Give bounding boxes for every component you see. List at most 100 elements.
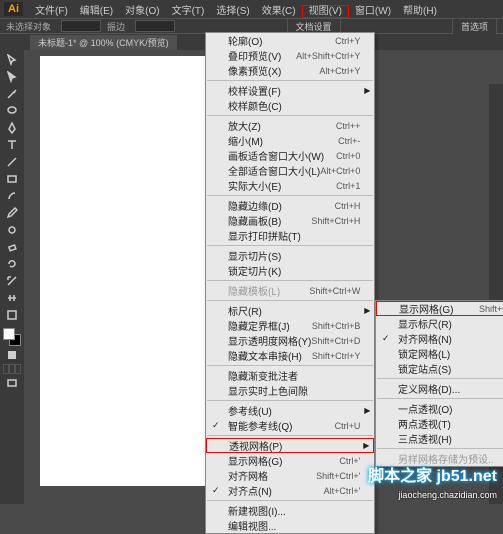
menu-item[interactable]: 锁定网格(L) <box>376 346 503 361</box>
selection-tool[interactable] <box>3 52 21 68</box>
menu-item[interactable]: 显示标尺(R) <box>376 316 503 331</box>
menu-item[interactable]: 像素预览(X)Alt+Ctrl+Y <box>206 63 374 78</box>
type-tool[interactable] <box>3 137 21 153</box>
menu-item[interactable]: 校样设置(F) ▶ <box>206 83 374 98</box>
menu-item[interactable]: 显示网格(G) Shift+Ctrl+I <box>376 301 503 316</box>
menu-item[interactable]: 对齐网格(N) <box>376 331 503 346</box>
shortcut: Shift+Ctrl+Y <box>312 351 361 361</box>
direct-select-tool[interactable] <box>3 69 21 85</box>
menu-item[interactable]: 对齐点(N)Alt+Ctrl+' <box>206 483 374 498</box>
brush-tool[interactable] <box>3 188 21 204</box>
shortcut: Ctrl+' <box>339 456 360 466</box>
separator <box>207 300 373 301</box>
view-menu: 轮廓(O)Ctrl+Y叠印预览(V)Alt+Shift+Ctrl+Y像素预览(X… <box>205 32 375 534</box>
shortcut: Shift+Ctrl+B <box>312 321 361 331</box>
menu-item-label: 隐藏模板(L) <box>228 283 280 298</box>
menu-item[interactable]: 轮廓(O)Ctrl+Y <box>206 33 374 48</box>
menu-item-label: 对齐网格 <box>228 468 268 483</box>
menu-item[interactable]: 智能参考线(Q)Ctrl+U <box>206 418 374 433</box>
menu-item[interactable]: 新建视图(I)... <box>206 503 374 518</box>
menu-item[interactable]: 编辑视图... <box>206 518 374 533</box>
rotate-tool[interactable] <box>3 256 21 272</box>
preferences-button[interactable]: 首选项 <box>452 18 497 35</box>
menu-效果[interactable]: 效果(C) <box>256 6 302 17</box>
shortcut: Ctrl++ <box>336 121 361 131</box>
menu-item[interactable]: 隐藏渐变批注者 <box>206 368 374 383</box>
screen-mode[interactable] <box>3 375 21 391</box>
menu-item[interactable]: 两点透视(T) <box>376 416 503 431</box>
menu-item-label: 显示打印拼贴(T) <box>228 228 301 243</box>
menu-item[interactable]: 显示透明度网格(Y)Shift+Ctrl+D <box>206 333 374 348</box>
menu-item-label: 实际大小(E) <box>228 178 281 193</box>
menu-item: 另样网格存储为预设.. <box>376 451 503 466</box>
menu-选择[interactable]: 选择(S) <box>210 6 255 17</box>
eraser-tool[interactable] <box>3 239 21 255</box>
free-transform-tool[interactable] <box>3 307 21 323</box>
color-mode-icon[interactable] <box>3 347 21 363</box>
submenu-arrow-icon: ▶ <box>364 406 370 415</box>
scale-tool[interactable] <box>3 273 21 289</box>
separator <box>377 398 503 399</box>
menu-item-label: 隐藏画板(B) <box>228 213 281 228</box>
submenu-arrow-icon: ▶ <box>364 86 370 95</box>
menu-item[interactable]: 显示实时上色间隙 <box>206 383 374 398</box>
menu-item-label: 隐藏定界框(J) <box>228 318 290 333</box>
menu-编辑[interactable]: 编辑(E) <box>74 6 119 17</box>
menu-item[interactable]: 画板适合窗口大小(W)Ctrl+0 <box>206 148 374 163</box>
menu-item[interactable]: 三点透视(H) <box>376 431 503 446</box>
submenu-arrow-icon: ▶ <box>364 306 370 315</box>
document-tab[interactable]: 未标题-1* @ 100% (CMYK/预览) <box>30 35 177 50</box>
stroke-input[interactable] <box>61 20 101 32</box>
menu-文件[interactable]: 文件(F) <box>29 6 74 17</box>
rectangle-tool[interactable] <box>3 171 21 187</box>
menu-item[interactable]: 隐藏定界框(J) Shift+Ctrl+B <box>206 318 374 333</box>
menu-帮助[interactable]: 帮助(H) <box>397 6 443 17</box>
menu-item[interactable]: 显示切片(S) <box>206 248 374 263</box>
width-tool[interactable] <box>3 290 21 306</box>
menu-文字[interactable]: 文字(T) <box>166 6 211 17</box>
menu-item[interactable]: 显示网格(G)Ctrl+' <box>206 453 374 468</box>
menu-item[interactable]: 锁定站点(S) <box>376 361 503 376</box>
menu-item[interactable]: 锁定切片(K) <box>206 263 374 278</box>
line-tool[interactable] <box>3 154 21 170</box>
menu-视图[interactable]: 视图(V) <box>302 5 349 18</box>
menu-item[interactable]: 实际大小(E)Ctrl+1 <box>206 178 374 193</box>
pencil-tool[interactable] <box>3 205 21 221</box>
menu-item[interactable]: 隐藏画板(B)Shift+Ctrl+H <box>206 213 374 228</box>
menu-item[interactable]: 参考线(U)▶ <box>206 403 374 418</box>
menu-item[interactable]: 透视网格(P)▶ <box>206 438 374 453</box>
menu-item-label: 锁定站点(S) <box>398 361 451 376</box>
menu-item[interactable]: 一点透视(O) <box>376 401 503 416</box>
shortcut: Shift+Ctrl+I <box>479 304 503 314</box>
menu-item[interactable]: 叠印预览(V)Alt+Shift+Ctrl+Y <box>206 48 374 63</box>
blob-tool[interactable] <box>3 222 21 238</box>
separator <box>207 500 373 501</box>
menu-item-label: 校样设置(F) <box>228 83 281 98</box>
stroke-weight[interactable] <box>135 20 175 32</box>
draw-mode[interactable] <box>3 364 21 374</box>
menu-item[interactable]: 放大(Z)Ctrl++ <box>206 118 374 133</box>
menu-对象[interactable]: 对象(O) <box>119 6 165 17</box>
separator <box>207 365 373 366</box>
menu-item[interactable]: 标尺(R)▶ <box>206 303 374 318</box>
menu-item-label: 透视网格(P) <box>229 438 282 453</box>
menu-item-label: 显示切片(S) <box>228 248 281 263</box>
shortcut: Alt+Ctrl+0 <box>320 166 360 176</box>
lasso-tool[interactable] <box>3 103 21 119</box>
shortcut: Ctrl+0 <box>336 151 360 161</box>
menu-窗口[interactable]: 窗口(W) <box>349 6 397 17</box>
menu-item[interactable]: 对齐网格Shift+Ctrl+' <box>206 468 374 483</box>
menu-item[interactable]: 缩小(M)Ctrl+- <box>206 133 374 148</box>
menu-item[interactable]: 全部适合窗口大小(L)Alt+Ctrl+0 <box>206 163 374 178</box>
menu-item[interactable]: 显示打印拼贴(T) <box>206 228 374 243</box>
menu-item-label: 编辑视图... <box>228 518 276 533</box>
shortcut: Ctrl+Y <box>335 36 360 46</box>
magic-wand-tool[interactable] <box>3 86 21 102</box>
menu-item[interactable]: 隐藏文本串接(H)Shift+Ctrl+Y <box>206 348 374 363</box>
pen-tool[interactable] <box>3 120 21 136</box>
menu-item[interactable]: 定义网格(D)... <box>376 381 503 396</box>
menu-item-label: 显示网格(G) <box>399 301 453 316</box>
color-swatch[interactable] <box>3 328 21 346</box>
menu-item[interactable]: 校样颜色(C) <box>206 98 374 113</box>
menu-item[interactable]: 隐藏边缘(D)Ctrl+H <box>206 198 374 213</box>
